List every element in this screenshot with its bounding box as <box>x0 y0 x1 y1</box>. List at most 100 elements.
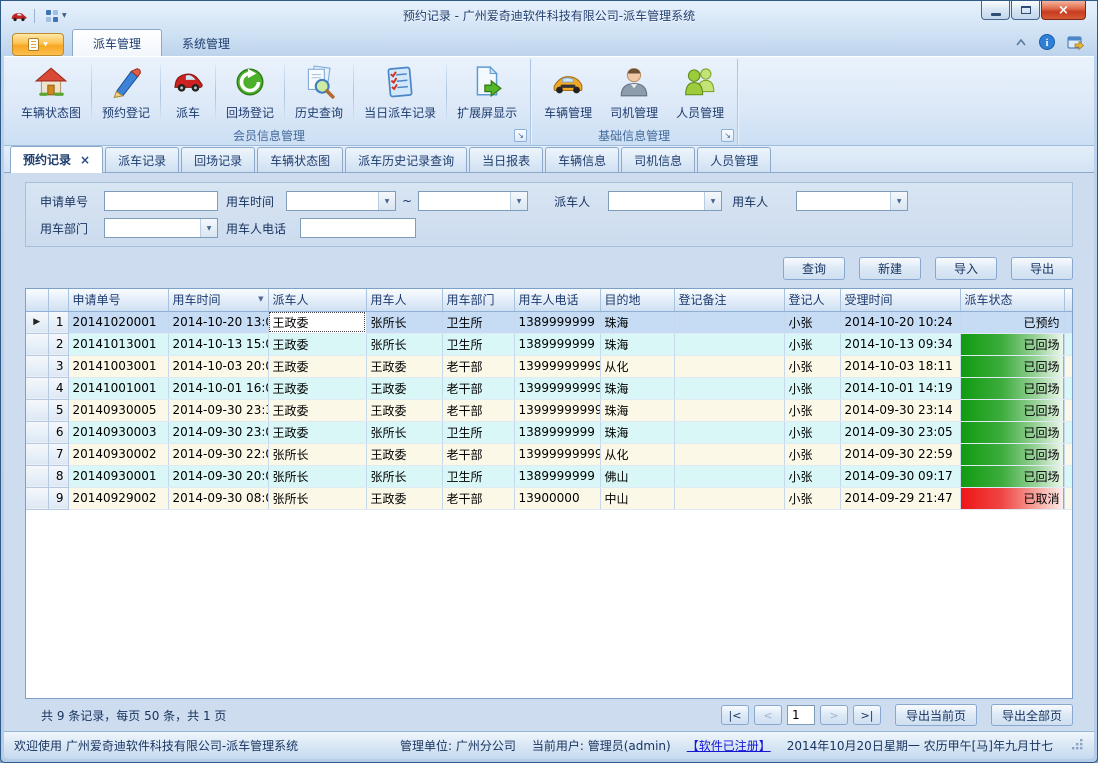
ribbon-button-extended-screen[interactable]: 扩展屏显示 <box>448 61 526 127</box>
table-row[interactable]: 5201409300052014-09-30 23:30王政委王政委老干部139… <box>26 399 1073 421</box>
grid-cell-department[interactable]: 老干部 <box>442 443 514 465</box>
grid-cell-order-no[interactable]: 20141020001 <box>68 311 168 333</box>
grid-cell-registrar[interactable]: 小张 <box>784 399 840 421</box>
row-indicator[interactable] <box>26 421 48 443</box>
dialog-launcher-icon[interactable]: ↘ <box>721 129 734 142</box>
grid-cell-status[interactable]: 已回场 <box>960 333 1064 355</box>
grid-cell-phone[interactable]: 1389999999 <box>514 333 600 355</box>
export-button[interactable]: 导出 <box>1011 257 1073 280</box>
chevron-down-icon[interactable]: ▼ <box>510 192 527 210</box>
collapse-ribbon-chevron-icon[interactable] <box>1015 38 1027 47</box>
grid-cell-phone[interactable]: 13999999999 <box>514 399 600 421</box>
grid-cell-use-time[interactable]: 2014-10-03 20:00 <box>168 355 268 377</box>
tab-vehicle-status-map[interactable]: 车辆状态图 <box>257 147 343 172</box>
application-menu-button[interactable]: ▼ <box>12 33 64 56</box>
grid-cell-accept-time[interactable]: 2014-10-13 09:34 <box>840 333 960 355</box>
license-link[interactable]: 【软件已注册】 <box>687 737 771 754</box>
grid-cell-registrar[interactable]: 小张 <box>784 333 840 355</box>
grid-cell-destination[interactable]: 从化 <box>600 443 674 465</box>
table-row[interactable]: 2201410130012014-10-13 15:00王政委张所长卫生所138… <box>26 333 1073 355</box>
header-remark[interactable]: 登记备注 <box>674 289 784 311</box>
grid-cell-user[interactable]: 张所长 <box>366 333 442 355</box>
grid-cell-order-no[interactable]: 20140930002 <box>68 443 168 465</box>
grid-cell-phone[interactable]: 13900000 <box>514 487 600 509</box>
grid-cell-use-time[interactable]: 2014-09-30 23:00 <box>168 421 268 443</box>
grid-cell-order-no[interactable]: 20141001001 <box>68 377 168 399</box>
row-number[interactable]: 9 <box>48 487 68 509</box>
grid-cell-department[interactable]: 老干部 <box>442 355 514 377</box>
row-number[interactable]: 6 <box>48 421 68 443</box>
grid-cell-registrar[interactable]: 小张 <box>784 421 840 443</box>
grid-cell-order-no[interactable]: 20141003001 <box>68 355 168 377</box>
grid-cell-remark[interactable] <box>674 355 784 377</box>
grid-cell-department[interactable]: 卫生所 <box>442 421 514 443</box>
table-row[interactable]: 6201409300032014-09-30 23:00王政委张所长卫生所138… <box>26 421 1073 443</box>
grid-cell-order-no[interactable]: 20141013001 <box>68 333 168 355</box>
dialog-launcher-icon[interactable]: ↘ <box>514 129 527 142</box>
grid-cell-use-time[interactable]: 2014-09-30 23:30 <box>168 399 268 421</box>
tab-return-records[interactable]: 回场记录 <box>181 147 255 172</box>
grid-cell-destination[interactable]: 珠海 <box>600 333 674 355</box>
grid-cell-status[interactable]: 已回场 <box>960 465 1064 487</box>
grid-cell-order-no[interactable]: 20140930001 <box>68 465 168 487</box>
grid-cell-status[interactable]: 已回场 <box>960 421 1064 443</box>
window-switch-icon[interactable] <box>1067 35 1084 50</box>
ribbon-button-reservation[interactable]: 预约登记 <box>93 61 159 127</box>
grid-cell-status[interactable]: 已取消 <box>960 487 1064 509</box>
grid-cell-destination[interactable]: 珠海 <box>600 311 674 333</box>
query-button[interactable]: 查询 <box>783 257 845 280</box>
last-page-button[interactable]: >| <box>853 705 881 725</box>
new-button[interactable]: 新建 <box>859 257 921 280</box>
export-current-page-button[interactable]: 导出当前页 <box>895 704 977 726</box>
grid-cell-status[interactable]: 已回场 <box>960 399 1064 421</box>
grid-cell-status[interactable]: 已回场 <box>960 377 1064 399</box>
user-combobox[interactable]: ▼ <box>796 191 908 211</box>
grid-cell-department[interactable]: 老干部 <box>442 377 514 399</box>
row-indicator[interactable] <box>26 443 48 465</box>
request-no-input[interactable] <box>104 191 218 211</box>
grid-cell-phone[interactable]: 1389999999 <box>514 465 600 487</box>
grid-cell-order-no[interactable]: 20140930005 <box>68 399 168 421</box>
chevron-down-icon[interactable]: ▼ <box>200 219 217 237</box>
table-row[interactable]: 7201409300022014-09-30 22:00张所长王政委老干部139… <box>26 443 1073 465</box>
row-indicator[interactable]: ▶ <box>26 311 48 333</box>
grid-cell-accept-time[interactable]: 2014-09-30 09:17 <box>840 465 960 487</box>
grid-cell-remark[interactable] <box>674 465 784 487</box>
grid-cell-registrar[interactable]: 小张 <box>784 311 840 333</box>
grid-cell-dispatcher[interactable]: 张所长 <box>268 487 366 509</box>
grid-cell-department[interactable]: 卫生所 <box>442 333 514 355</box>
page-number-input[interactable] <box>787 705 815 725</box>
grid-cell-phone[interactable]: 13999999999 <box>514 443 600 465</box>
grid-cell-user[interactable]: 王政委 <box>366 399 442 421</box>
grid-cell-remark[interactable] <box>674 333 784 355</box>
next-page-button[interactable]: > <box>820 705 848 725</box>
info-icon[interactable]: i <box>1039 34 1055 50</box>
grid-cell-dispatcher[interactable]: 王政委 <box>268 311 366 333</box>
grid-cell-registrar[interactable]: 小张 <box>784 355 840 377</box>
grid-cell-department[interactable]: 老干部 <box>442 487 514 509</box>
minimize-button[interactable] <box>981 1 1010 20</box>
grid-cell-department[interactable]: 卫生所 <box>442 465 514 487</box>
grid-cell-user[interactable]: 王政委 <box>366 355 442 377</box>
row-indicator[interactable] <box>26 355 48 377</box>
row-number[interactable]: 3 <box>48 355 68 377</box>
import-button[interactable]: 导入 <box>935 257 997 280</box>
export-all-pages-button[interactable]: 导出全部页 <box>991 704 1073 726</box>
grid-cell-dispatcher[interactable]: 张所长 <box>268 443 366 465</box>
ribbon-tab-dispatch[interactable]: 派车管理 <box>72 29 162 56</box>
row-number[interactable]: 8 <box>48 465 68 487</box>
header-user[interactable]: 用车人 <box>366 289 442 311</box>
grid-cell-dispatcher[interactable]: 张所长 <box>268 465 366 487</box>
grid-cell-accept-time[interactable]: 2014-09-29 21:47 <box>840 487 960 509</box>
grid-cell-user[interactable]: 张所长 <box>366 421 442 443</box>
grid-cell-user[interactable]: 王政委 <box>366 487 442 509</box>
row-number[interactable]: 4 <box>48 377 68 399</box>
grid-cell-remark[interactable] <box>674 487 784 509</box>
first-page-button[interactable]: |< <box>721 705 749 725</box>
grid-cell-use-time[interactable]: 2014-10-01 16:00 <box>168 377 268 399</box>
grid-cell-use-time[interactable]: 2014-09-30 20:00 <box>168 465 268 487</box>
grid-cell-remark[interactable] <box>674 443 784 465</box>
ribbon-tab-system[interactable]: 系统管理 <box>162 30 250 56</box>
grid-cell-destination[interactable]: 珠海 <box>600 421 674 443</box>
grid-cell-status[interactable]: 已预约 <box>960 311 1064 333</box>
